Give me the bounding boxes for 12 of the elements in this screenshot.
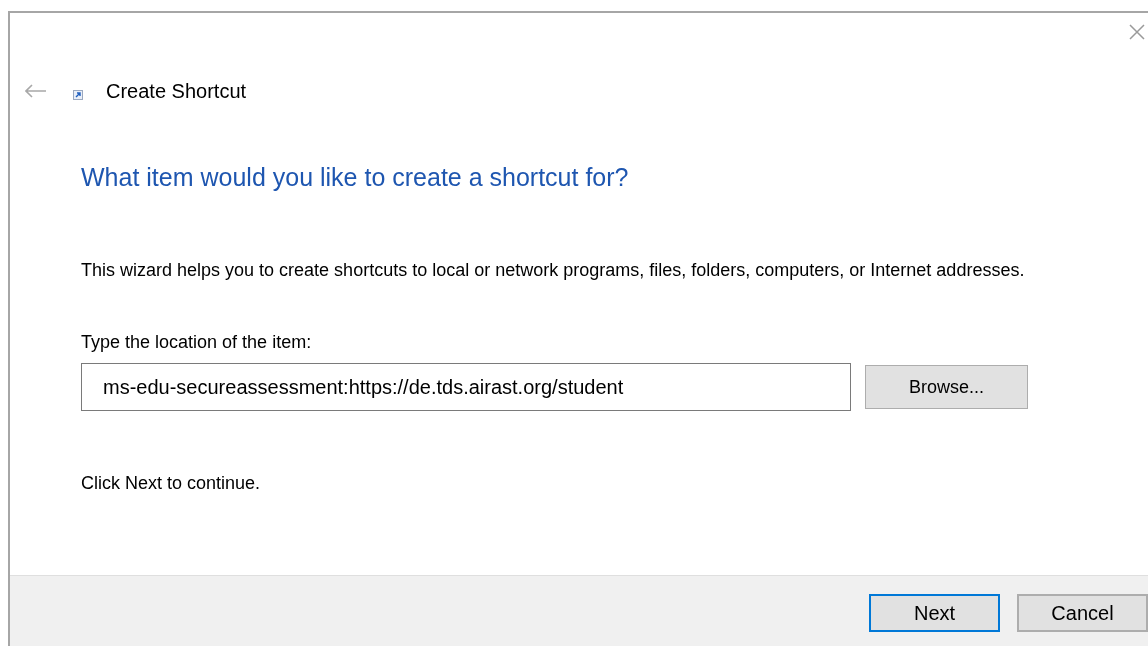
wizard-description: This wizard helps you to create shortcuts to local or network programs, files, folders, computers, or Internet addresses.	[81, 259, 1026, 282]
shortcut-icon	[73, 90, 83, 100]
location-field[interactable]: ms-edu-secureassessment:https://de.tds.airast.org/student	[81, 363, 851, 411]
browse-button[interactable]: Browse...	[865, 365, 1028, 409]
location-label: Type the location of the item:	[81, 331, 313, 354]
close-icon[interactable]	[1128, 23, 1146, 41]
back-arrow-icon[interactable]	[25, 84, 47, 98]
window-title: Create Shortcut	[106, 79, 247, 104]
dialog-button[interactable]: Next	[869, 594, 1000, 632]
wizard-heading: What item would you like to create a shortcut for?	[81, 162, 630, 193]
continue-hint: Click Next to continue.	[81, 472, 262, 495]
dialog-button[interactable]: Cancel	[1017, 594, 1148, 632]
